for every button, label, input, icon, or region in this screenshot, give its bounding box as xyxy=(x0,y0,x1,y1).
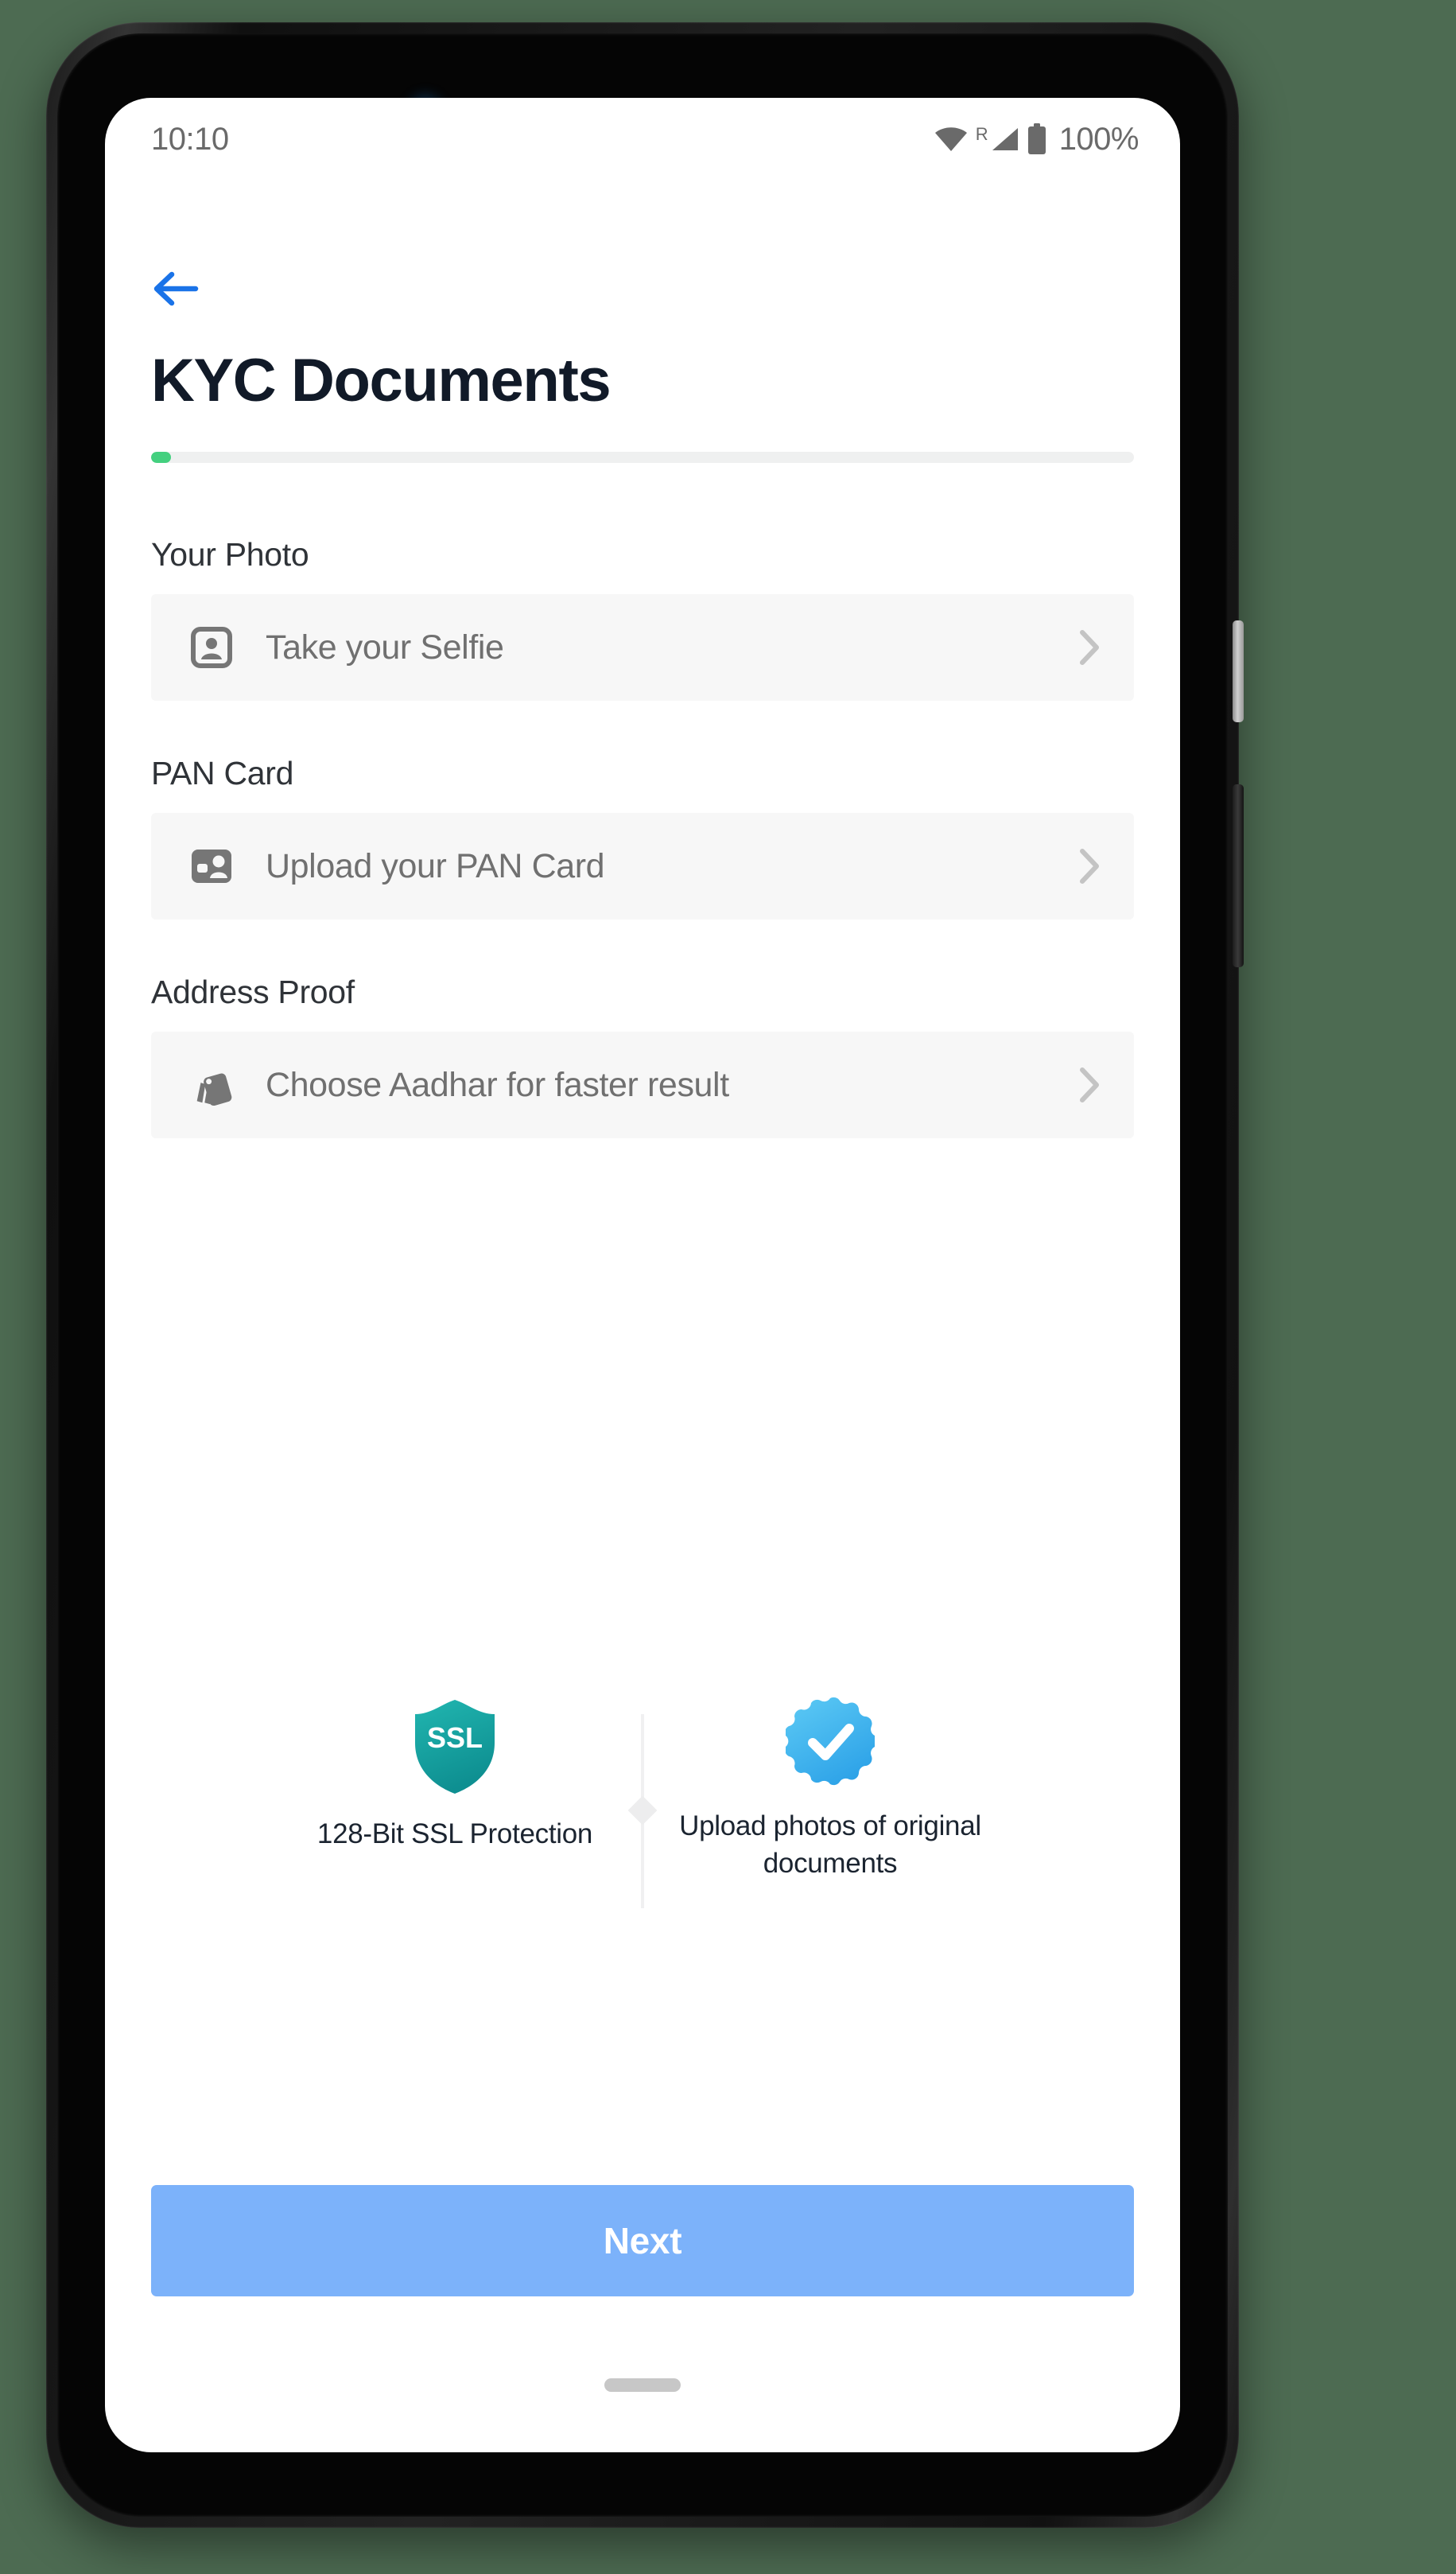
trust-divider xyxy=(627,1714,658,1908)
kyc-documents-screen: KYC Documents Your Photo Take your Selfi… xyxy=(105,181,1180,2452)
row-choose-aadhar[interactable]: Choose Aadhar for faster result xyxy=(151,1032,1134,1138)
power-button[interactable] xyxy=(1233,620,1244,722)
stacked-documents-icon xyxy=(189,1063,234,1107)
field-label-pan-card: PAN Card xyxy=(151,755,294,791)
battery-icon xyxy=(1027,123,1046,154)
chevron-right-icon xyxy=(1075,1066,1104,1104)
row-label-take-selfie: Take your Selfie xyxy=(266,628,504,667)
row-label-choose-aadhar: Choose Aadhar for faster result xyxy=(266,1065,729,1104)
phone-screen: 10:10 R 100% KYC Documents Your Photo Ta… xyxy=(105,98,1180,2452)
cellular-signal-icon xyxy=(992,128,1018,150)
trust-caption-verified: Upload photos of original documents xyxy=(679,1810,981,1879)
status-bar-indicators: R 100% xyxy=(934,121,1140,157)
roaming-indicator-label: R xyxy=(975,124,988,144)
next-button[interactable]: Next xyxy=(151,2185,1134,2296)
chevron-right-icon xyxy=(1075,628,1104,667)
account-box-outline-icon xyxy=(189,625,234,670)
verified-check-badge-icon xyxy=(786,1697,875,1786)
back-button[interactable] xyxy=(151,266,208,311)
field-group-pan-card: PAN Card Upload your PAN Card xyxy=(151,755,1134,920)
volume-rocker-button[interactable] xyxy=(1233,784,1244,967)
ssl-badge-text: SSL xyxy=(427,1721,483,1754)
field-label-your-photo: Your Photo xyxy=(151,536,309,573)
home-indicator[interactable] xyxy=(604,2378,681,2392)
progress-bar-track xyxy=(151,452,1134,463)
trust-badges-section: SSL 128-Bit SSL Protection Upload photos… xyxy=(151,1697,1134,1908)
id-card-filled-icon xyxy=(189,844,234,888)
phone-device-frame: 10:10 R 100% KYC Documents Your Photo Ta… xyxy=(46,22,1244,2528)
wifi-icon xyxy=(934,127,967,151)
field-label-address-proof: Address Proof xyxy=(151,974,355,1010)
trust-badge-verified: Upload photos of original documents xyxy=(663,1697,997,1882)
status-bar: 10:10 R 100% xyxy=(105,98,1180,181)
ssl-shield-icon: SSL xyxy=(415,1700,495,1794)
progress-bar-fill xyxy=(151,452,171,463)
divider-diamond-icon xyxy=(627,1795,658,1826)
arrow-left-icon xyxy=(153,271,199,306)
row-label-upload-pan-card: Upload your PAN Card xyxy=(266,846,605,885)
row-take-selfie[interactable]: Take your Selfie xyxy=(151,594,1134,701)
field-group-address-proof: Address Proof Choose Aadhar for faster r… xyxy=(151,974,1134,1138)
row-upload-pan-card[interactable]: Upload your PAN Card xyxy=(151,813,1134,920)
battery-percent-label: 100% xyxy=(1058,121,1140,157)
chevron-right-icon xyxy=(1075,847,1104,885)
status-bar-clock: 10:10 xyxy=(151,121,229,157)
page-title: KYC Documents xyxy=(151,347,612,414)
trust-badge-ssl: SSL 128-Bit SSL Protection xyxy=(288,1697,622,1853)
trust-caption-ssl: 128-Bit SSL Protection xyxy=(316,1818,593,1849)
field-group-your-photo: Your Photo Take your Selfie xyxy=(151,536,1134,701)
